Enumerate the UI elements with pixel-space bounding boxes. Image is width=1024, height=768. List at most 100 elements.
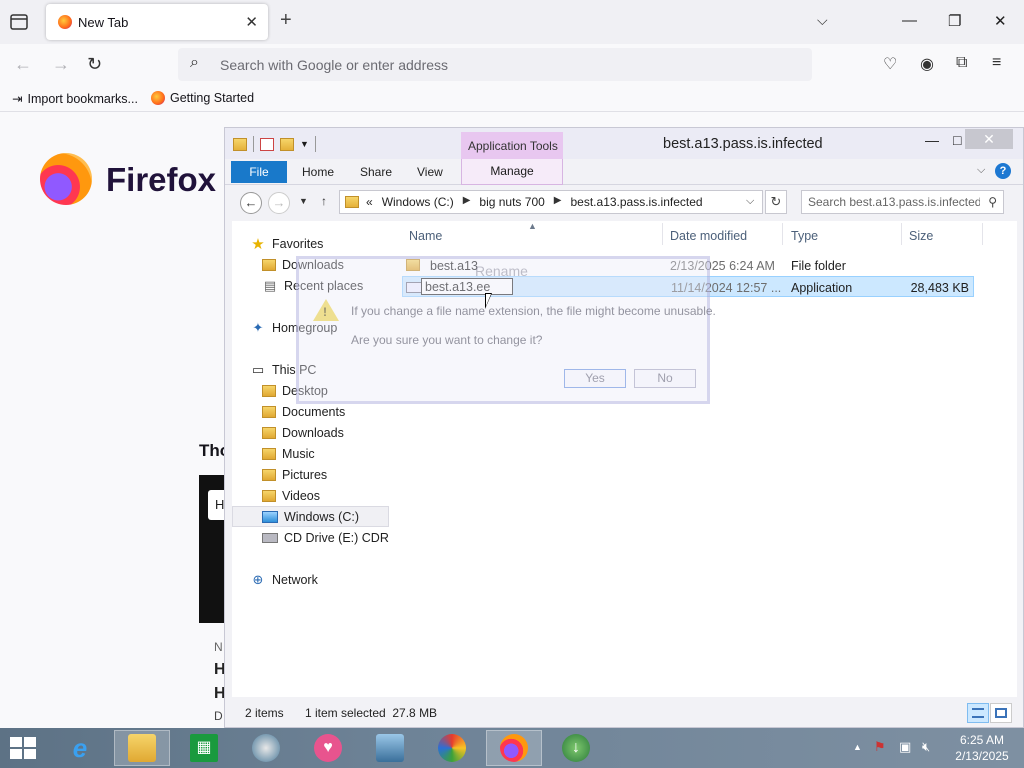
bookmark-import[interactable]: ⇥ Import bookmarks... <box>12 91 138 107</box>
yes-button[interactable]: Yes <box>564 369 626 388</box>
new-folder-icon[interactable] <box>280 137 294 151</box>
nav-label: Windows (C:) <box>284 509 360 524</box>
extensions-icon[interactable]: ⧉ <box>956 54 967 72</box>
expand-ribbon-icon[interactable]: ⌵ <box>977 164 985 177</box>
mouse-cursor-icon <box>485 293 492 309</box>
help-icon[interactable]: ? <box>995 163 1011 179</box>
address-bar[interactable]: « Windows (C:) ▶ big nuts 700 ▶ best.a13… <box>339 190 763 214</box>
large-icons-view-icon[interactable] <box>990 703 1012 723</box>
pocket-icon[interactable]: ♡ <box>883 54 897 74</box>
nav-downloads[interactable]: Downloads <box>262 422 344 443</box>
nav-favorites[interactable]: ★ Favorites <box>250 233 323 254</box>
breadcrumb: « Windows (C:) ▶ big nuts 700 ▶ best.a13… <box>366 195 703 209</box>
taskbar-app-screen[interactable] <box>362 730 418 766</box>
taskbar-app-globe[interactable] <box>238 730 294 766</box>
start-button[interactable] <box>10 737 38 761</box>
star-icon: ★ <box>251 235 265 253</box>
list-all-tabs-button[interactable]: ⌵ <box>817 12 828 29</box>
volume-muted-icon[interactable]: 🔇︎ <box>922 739 930 755</box>
firefox-view-icon[interactable] <box>8 12 30 32</box>
tab-home[interactable]: Home <box>302 165 334 179</box>
explorer-search-box[interactable]: ⚲ <box>801 190 1004 214</box>
network-tray-icon[interactable]: ▣ <box>899 739 911 755</box>
explorer-maximize-button[interactable]: □ <box>953 132 961 148</box>
bookmarks-toolbar: ⇥ Import bookmarks... Getting Started <box>0 86 1024 112</box>
taskbar-app-heart[interactable]: ♥ <box>300 730 356 766</box>
tab-close-icon[interactable]: ✕ <box>245 13 258 31</box>
divider <box>253 136 254 152</box>
breadcrumb-item[interactable]: best.a13.pass.is.infected <box>571 195 703 209</box>
explorer-search-input[interactable] <box>808 195 980 209</box>
tab-view[interactable]: View <box>417 165 443 179</box>
explorer-minimize-button[interactable]: — <box>925 132 939 148</box>
story-card-desc: D <box>214 709 223 723</box>
back-button[interactable]: ← <box>240 192 262 214</box>
minimize-button[interactable]: — <box>902 12 917 29</box>
breadcrumb-item[interactable]: Windows (C:) <box>382 195 454 209</box>
close-window-button[interactable]: ✕ <box>994 12 1007 30</box>
breadcrumb-overflow[interactable]: « <box>366 195 373 209</box>
tab-file[interactable]: File <box>231 161 287 183</box>
refresh-button[interactable]: ↻ <box>765 190 787 214</box>
url-bar[interactable]: ⌕ <box>178 48 812 81</box>
no-button[interactable]: No <box>634 369 696 388</box>
taskbar-app-colorful[interactable] <box>424 730 480 766</box>
folder-icon <box>233 137 247 151</box>
chevron-right-icon[interactable]: ▶ <box>554 195 562 209</box>
recent-places-icon: ▤ <box>263 277 277 293</box>
action-center-flag-icon[interactable]: ⚑ <box>874 739 886 755</box>
search-icon: ⚲ <box>988 195 997 209</box>
column-name[interactable]: Name <box>409 229 442 243</box>
forward-button[interactable]: → <box>268 192 290 214</box>
nav-label: CD Drive (E:) CDROM <box>284 530 389 545</box>
new-tab-button[interactable]: + <box>280 10 292 30</box>
column-date-modified[interactable]: Date modified <box>670 229 747 243</box>
internet-explorer-icon: e <box>72 733 88 763</box>
tray-overflow-icon[interactable]: ▲ <box>853 742 862 752</box>
taskbar-clock[interactable]: 6:25 AM 2/13/2025 <box>950 732 1014 764</box>
taskbar-firefox[interactable] <box>486 730 542 766</box>
recent-locations-icon[interactable]: ▼ <box>299 196 308 206</box>
tab-share[interactable]: Share <box>360 165 392 179</box>
back-arrow-icon[interactable]: ← <box>14 54 32 75</box>
taskbar-store[interactable]: ▦ <box>176 730 232 766</box>
reload-icon[interactable]: ↻ <box>87 54 102 75</box>
nav-cd-drive[interactable]: CD Drive (E:) CDROM <box>262 527 389 548</box>
nav-network[interactable]: ⊕ Network <box>250 569 318 590</box>
nav-label: Downloads <box>282 425 344 440</box>
maximize-button[interactable]: ❐ <box>948 12 961 30</box>
menu-icon[interactable]: ≡ <box>992 54 1001 72</box>
nav-pictures[interactable]: Pictures <box>262 464 327 485</box>
file-explorer-icon <box>128 734 156 762</box>
taskbar-internet-explorer[interactable]: e <box>52 730 108 766</box>
column-type[interactable]: Type <box>791 229 818 243</box>
chevron-down-icon[interactable]: ▼ <box>300 139 309 149</box>
taskbar-file-explorer[interactable] <box>114 730 170 766</box>
nav-documents[interactable]: Documents <box>262 401 345 422</box>
explorer-title-bar[interactable]: ▼ Application Tools best.a13.pass.is.inf… <box>225 128 1023 159</box>
details-view-icon[interactable] <box>967 703 989 723</box>
properties-icon[interactable] <box>260 137 274 151</box>
url-input[interactable] <box>220 55 780 75</box>
divider <box>782 223 783 245</box>
bookmark-label: Import bookmarks... <box>27 91 138 106</box>
tab-new-tab[interactable]: New Tab ✕ <box>46 4 268 40</box>
quick-access-toolbar: ▼ <box>233 136 316 152</box>
explorer-close-button[interactable]: ✕ <box>965 129 1013 149</box>
column-size[interactable]: Size <box>909 229 933 243</box>
bookmark-getting-started[interactable]: Getting Started <box>151 91 254 105</box>
nav-videos[interactable]: Videos <box>262 485 320 506</box>
chevron-down-icon[interactable]: ⌵ <box>746 195 754 208</box>
breadcrumb-item[interactable]: big nuts 700 <box>479 195 544 209</box>
nav-music[interactable]: Music <box>262 443 315 464</box>
up-arrow-icon[interactable]: ↑ <box>321 194 327 208</box>
tab-manage[interactable]: Manage <box>461 159 563 185</box>
application-tools-context-tab: Application Tools <box>461 132 563 159</box>
nav-windows-c[interactable]: Windows (C:) <box>232 506 389 527</box>
chevron-right-icon[interactable]: ▶ <box>463 195 471 209</box>
globe-app-icon <box>252 734 280 762</box>
forward-arrow-icon[interactable]: → <box>52 54 70 75</box>
account-icon[interactable]: ◉ <box>920 54 934 74</box>
taskbar-download-manager[interactable]: ↓ <box>548 730 604 766</box>
drive-icon <box>262 510 278 523</box>
